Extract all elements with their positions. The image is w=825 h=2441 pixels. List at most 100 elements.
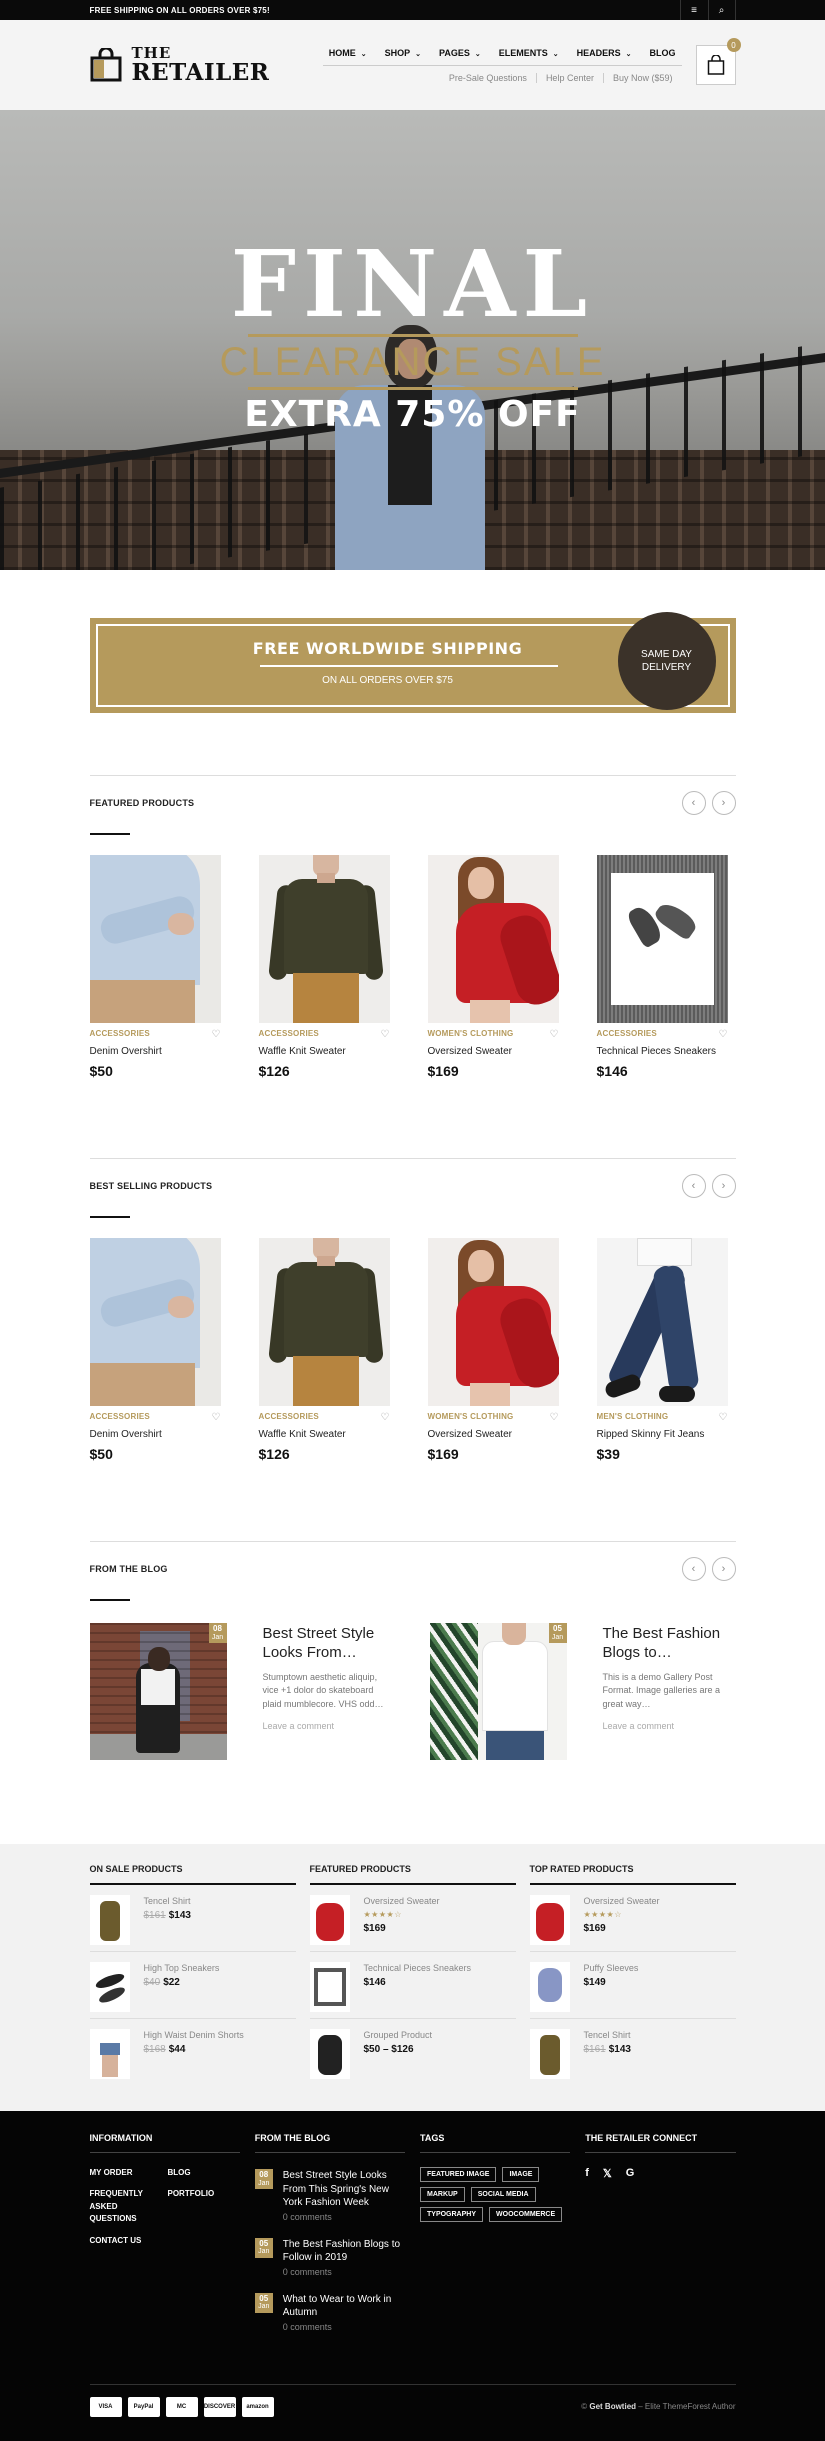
sub-nav-presale[interactable]: Pre-Sale Questions <box>440 73 536 83</box>
wishlist-heart-icon[interactable]: ♡ <box>381 1412 390 1423</box>
leave-comment-link[interactable]: Leave a comment <box>603 1721 735 1731</box>
product-thumb[interactable] <box>89 2029 130 2079</box>
footer-post-comments[interactable]: 0 comments <box>283 2212 405 2222</box>
widget-item-name[interactable]: Tencel Shirt <box>144 1896 192 1906</box>
footer-blog-post[interactable]: 08 Jan Best Street Style Looks From This … <box>254 2169 405 2222</box>
product-card[interactable]: ACCESSORIES ♡ Denim Overshirt $50 <box>89 1238 221 1462</box>
widget-item-name[interactable]: Technical Pieces Sneakers <box>364 1963 472 1973</box>
product-thumb[interactable] <box>309 2029 350 2079</box>
wishlist-heart-icon[interactable]: ♡ <box>719 1412 728 1423</box>
widget-item[interactable]: Grouped Product $50 – $126 <box>309 2019 516 2086</box>
widget-item[interactable]: Technical Pieces Sneakers $146 <box>309 1952 516 2019</box>
widget-item[interactable]: High Top Sneakers $40 $22 <box>89 1952 296 2019</box>
product-category[interactable]: ACCESSORIES <box>259 1029 319 1040</box>
widget-item-name[interactable]: High Top Sneakers <box>144 1963 220 1973</box>
product-card[interactable]: ACCESSORIES ♡ Waffle Knit Sweater $126 <box>258 1238 390 1462</box>
nav-item-headers[interactable]: HEADERS ⌄ <box>577 48 632 58</box>
product-image[interactable] <box>596 1238 728 1406</box>
blog-post[interactable]: 08 Jan Best Street Style Looks From… Stum… <box>89 1623 395 1760</box>
prev-arrow-icon[interactable]: ‹ <box>681 1557 706 1581</box>
product-image[interactable] <box>427 1238 559 1406</box>
tag-link[interactable]: FEATURED IMAGE <box>420 2167 497 2182</box>
tag-link[interactable]: WOOCOMMERCE <box>489 2207 563 2222</box>
product-category[interactable]: ACCESSORIES <box>90 1412 150 1423</box>
product-name[interactable]: Denim Overshirt <box>90 1428 221 1441</box>
product-card[interactable]: WOMEN'S CLOTHING ♡ Oversized Sweater $169 <box>427 855 559 1079</box>
footer-blog-post[interactable]: 05 Jan The Best Fashion Blogs to Follow i… <box>254 2237 405 2277</box>
nav-item-shop[interactable]: SHOP ⌄ <box>385 48 421 58</box>
product-name[interactable]: Waffle Knit Sweater <box>259 1428 390 1441</box>
widget-item-name[interactable]: Tencel Shirt <box>584 2030 632 2040</box>
product-card[interactable]: ACCESSORIES ♡ Technical Pieces Sneakers $14… <box>596 855 728 1079</box>
product-image[interactable] <box>596 855 728 1023</box>
logo[interactable]: THE RETAILER <box>90 46 270 84</box>
product-thumb[interactable] <box>529 1962 570 2012</box>
product-category[interactable]: WOMEN'S CLOTHING <box>428 1412 514 1423</box>
product-card[interactable]: ACCESSORIES ♡ Waffle Knit Sweater $126 <box>258 855 390 1079</box>
prev-arrow-icon[interactable]: ‹ <box>681 791 706 815</box>
product-image[interactable] <box>89 1238 221 1406</box>
product-card[interactable]: MEN'S CLOTHING ♡ Ripped Skinny Fit Jeans $3… <box>596 1238 728 1462</box>
widget-item[interactable]: Tencel Shirt $161 $143 <box>529 2019 736 2086</box>
product-image[interactable] <box>89 855 221 1023</box>
wishlist-heart-icon[interactable]: ♡ <box>212 1412 221 1423</box>
product-category[interactable]: ACCESSORIES <box>259 1412 319 1423</box>
footer-post-comments[interactable]: 0 comments <box>283 2267 405 2277</box>
product-thumb[interactable] <box>309 1962 350 2012</box>
footer-post-title[interactable]: What to Wear to Work in Autumn <box>283 2293 405 2320</box>
search-icon[interactable]: ⌕ <box>707 0 736 20</box>
footer-post-comments[interactable]: 0 comments <box>283 2322 405 2332</box>
menu-icon[interactable]: ≡ <box>679 0 708 20</box>
footer-link-portfolio[interactable]: PORTFOLIO <box>168 2188 234 2200</box>
product-name[interactable]: Denim Overshirt <box>90 1045 221 1058</box>
product-name[interactable]: Ripped Skinny Fit Jeans <box>597 1428 728 1441</box>
blog-post-title[interactable]: Best Street Style Looks From… <box>263 1625 395 1663</box>
blog-post[interactable]: 05 Jan The Best Fashion Blogs to… This is… <box>429 1623 735 1760</box>
facebook-icon[interactable]: f <box>585 2167 589 2180</box>
widget-item[interactable]: Tencel Shirt $161 $143 <box>89 1885 296 1952</box>
hero-banner[interactable]: FINAL CLEARANCE SALE EXTRA 75% OFF <box>0 110 825 570</box>
tag-link[interactable]: MARKUP <box>420 2187 465 2202</box>
google-icon[interactable]: G <box>626 2167 635 2180</box>
footer-link-my-order[interactable]: MY ORDER <box>90 2167 156 2179</box>
wishlist-heart-icon[interactable]: ♡ <box>550 1412 559 1423</box>
product-category[interactable]: ACCESSORIES <box>597 1029 657 1040</box>
wishlist-heart-icon[interactable]: ♡ <box>550 1029 559 1040</box>
widget-item[interactable]: Oversized Sweater ★★★★☆ $169 <box>309 1885 516 1952</box>
widget-item-name[interactable]: Grouped Product <box>364 2030 433 2040</box>
tag-link[interactable]: TYPOGRAPHY <box>420 2207 484 2222</box>
tag-link[interactable]: IMAGE <box>502 2167 540 2182</box>
nav-item-blog[interactable]: BLOG <box>650 48 676 58</box>
product-image[interactable] <box>258 855 390 1023</box>
widget-item[interactable]: High Waist Denim Shorts $168 $44 <box>89 2019 296 2086</box>
product-image[interactable] <box>427 855 559 1023</box>
product-card[interactable]: WOMEN'S CLOTHING ♡ Oversized Sweater $169 <box>427 1238 559 1462</box>
nav-item-pages[interactable]: PAGES ⌄ <box>439 48 481 58</box>
widget-item-name[interactable]: Puffy Sleeves <box>584 1963 639 1973</box>
wishlist-heart-icon[interactable]: ♡ <box>212 1029 221 1040</box>
product-category[interactable]: WOMEN'S CLOTHING <box>428 1029 514 1040</box>
product-thumb[interactable] <box>89 1895 130 1945</box>
prev-arrow-icon[interactable]: ‹ <box>681 1174 706 1198</box>
product-name[interactable]: Oversized Sweater <box>428 1428 559 1441</box>
product-card[interactable]: ACCESSORIES ♡ Denim Overshirt $50 <box>89 855 221 1079</box>
blog-post-image[interactable]: 08 Jan <box>89 1623 227 1760</box>
widget-item-name[interactable]: High Waist Denim Shorts <box>144 2030 244 2040</box>
wishlist-heart-icon[interactable]: ♡ <box>719 1029 728 1040</box>
cart-button[interactable]: 0 <box>695 38 741 85</box>
footer-link-contact[interactable]: CONTACT US <box>90 2235 156 2247</box>
widget-item-name[interactable]: Oversized Sweater <box>364 1896 440 1906</box>
product-name[interactable]: Technical Pieces Sneakers <box>597 1045 728 1058</box>
next-arrow-icon[interactable]: › <box>711 791 736 815</box>
product-thumb[interactable] <box>89 1962 130 2012</box>
footer-post-title[interactable]: Best Street Style Looks From This Spring… <box>283 2169 405 2210</box>
product-name[interactable]: Waffle Knit Sweater <box>259 1045 390 1058</box>
widget-item[interactable]: Puffy Sleeves $149 <box>529 1952 736 2019</box>
product-category[interactable]: MEN'S CLOTHING <box>597 1412 669 1423</box>
twitter-icon[interactable]: 𝕏 <box>603 2167 612 2180</box>
product-thumb[interactable] <box>529 1895 570 1945</box>
product-thumb[interactable] <box>309 1895 350 1945</box>
next-arrow-icon[interactable]: › <box>711 1557 736 1581</box>
product-category[interactable]: ACCESSORIES <box>90 1029 150 1040</box>
footer-blog-post[interactable]: 05 Jan What to Wear to Work in Autumn 0 c… <box>254 2292 405 2332</box>
